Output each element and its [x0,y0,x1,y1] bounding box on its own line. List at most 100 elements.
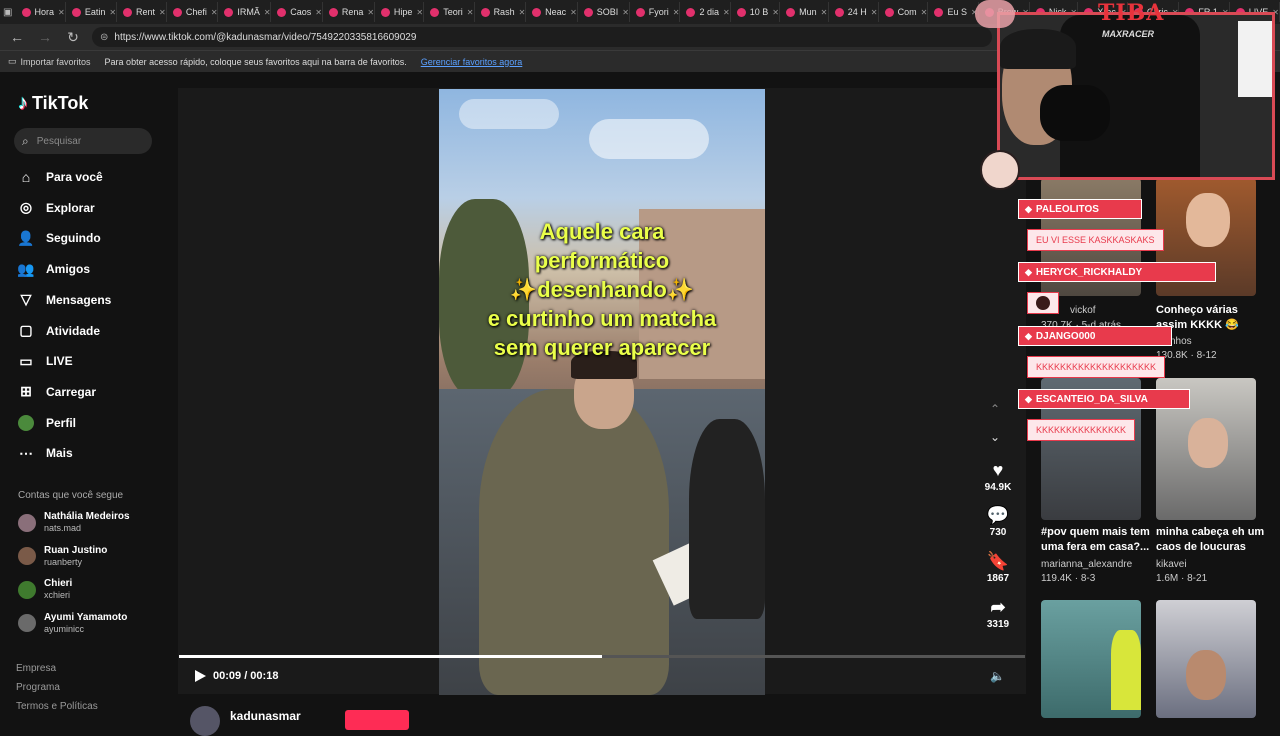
author-name[interactable]: kadunasmar [230,709,301,723]
browser-tab[interactable]: 10 B ✕ [731,2,781,22]
browser-tab[interactable]: Caos ✕ [271,2,323,22]
sidebar-item-para-voc-[interactable]: ⌂ Para você [18,169,103,185]
sidebar-item-carregar[interactable]: ⊞ Carregar [18,383,96,400]
search-icon: ⌕ [22,133,29,148]
url-field[interactable]: ⊜ https://www.tiktok.com/@kadunasmar/vid… [92,27,992,47]
avatar [18,547,36,565]
tab-label: 2 dia [699,7,719,17]
sidebar-item-seguindo[interactable]: 👤 Seguindo [17,230,100,246]
close-tab-icon[interactable]: ✕ [871,8,878,17]
footer-link[interactable]: Termos e Políticas [16,701,98,712]
sidebar-item-perfil[interactable]: ● Perfil [18,414,76,431]
feed-thumbnail[interactable] [1041,600,1141,718]
close-tab-icon[interactable]: ✕ [821,8,828,17]
profile-icon: ● [18,414,34,431]
video-frame[interactable]: Aquele cara performático ✨desenhando✨ e cur… [439,89,765,695]
feed-caption[interactable]: minha cabeça eh um caos de loucuras [1156,525,1266,555]
feed-author[interactable]: kikavei [1156,559,1187,570]
close-tab-icon[interactable]: ✕ [58,8,65,17]
close-tab-icon[interactable]: ✕ [772,8,779,17]
feed-caption[interactable]: #pov quem mais tem uma fera em casa?... [1041,525,1151,555]
chibi-avatar [980,150,1020,190]
tab-menu-icon[interactable]: ▣ [0,7,16,18]
tiktok-logo[interactable]: ♪ TikTok [18,92,88,115]
close-tab-icon[interactable]: ✕ [315,8,322,17]
close-tab-icon[interactable]: ✕ [211,8,218,17]
close-tab-icon[interactable]: ✕ [159,8,166,17]
following-account[interactable]: Ruan Justino ruanberty [18,545,107,568]
sidebar-item-live[interactable]: ▭ LIVE [18,353,72,369]
browser-tab[interactable]: Fyori ✕ [630,2,681,22]
back-icon[interactable]: ← [8,29,26,45]
previous-video-icon[interactable]: ⌃ [990,402,1000,416]
browser-tab[interactable]: 2 dia ✕ [680,2,731,22]
chat-username: DJANGO000 [1035,330,1096,342]
close-tab-icon[interactable]: ✕ [467,8,474,17]
footer-link[interactable]: Programa [16,682,60,693]
play-icon[interactable] [193,669,207,683]
author-avatar[interactable] [190,706,220,736]
sidebar-item-label: Mensagens [46,292,112,307]
close-tab-icon[interactable]: ✕ [416,8,423,17]
tab-favicon-icon [884,7,894,17]
close-tab-icon[interactable]: ✕ [519,8,526,17]
search-placeholder: Pesquisar [36,135,82,147]
reload-icon[interactable]: ↻ [64,29,82,46]
following-title: Contas que você segue [18,490,124,501]
close-tab-icon[interactable]: ✕ [723,8,730,17]
sidebar-item-mensagens[interactable]: ▽ Mensagens [18,291,112,308]
browser-tab[interactable]: Eatin ✕ [66,2,117,22]
account-name: Ayumi Yamamoto [44,611,128,623]
feed-thumbnail[interactable] [1156,600,1256,718]
share-action[interactable]: ➦ 3319 [980,597,1016,630]
browser-tab[interactable]: Com ✕ [879,2,929,22]
volume-icon[interactable]: 🔈 [990,669,1006,683]
tab-favicon-icon [380,7,390,17]
tab-favicon-icon [786,7,796,17]
feed-caption[interactable]: Conheço várias assim KKKK 😂 [1156,303,1266,333]
browser-tab[interactable]: Hipe ✕ [375,2,425,22]
close-tab-icon[interactable]: ✕ [570,8,577,17]
browser-tab[interactable]: IRMÃ ✕ [218,2,272,22]
browser-tab[interactable]: Neac ✕ [526,2,578,22]
close-tab-icon[interactable]: ✕ [264,8,270,17]
browser-tab[interactable]: Rent ✕ [117,2,167,22]
browser-tab[interactable]: Hora ✕ [16,2,66,22]
following-account[interactable]: Nathália Medeiros nats.mad [18,511,130,534]
close-tab-icon[interactable]: ✕ [622,8,628,17]
browser-tab[interactable]: Teori ✕ [424,2,475,22]
sidebar-item-explorar[interactable]: ◎ Explorar [18,199,95,216]
manage-bookmarks-link[interactable]: Gerenciar favoritos agora [421,57,523,67]
following-account[interactable]: Ayumi Yamamoto ayuminicc [18,612,127,635]
browser-tab[interactable]: Mun ✕ [780,2,829,22]
following-account[interactable]: Chieri xchieri [18,578,72,601]
site-info-icon[interactable]: ⊜ [100,32,108,43]
import-bookmarks-button[interactable]: ▭ Importar favoritos [8,56,91,67]
tab-label: Eatin [84,7,106,17]
browser-tab[interactable]: Rena ✕ [323,2,375,22]
feed-author[interactable]: vickof [1070,305,1096,316]
search-input[interactable]: ⌕ Pesquisar [14,128,152,154]
feed-author[interactable]: marianna_alexandre [1041,559,1132,570]
save-action[interactable]: 🔖 1867 [980,551,1016,584]
like-action[interactable]: ♥ 94.9K [980,460,1016,493]
browser-tab[interactable]: Eu S✕ [928,2,979,22]
close-tab-icon[interactable]: ✕ [109,8,116,17]
follow-button[interactable] [345,710,409,730]
sidebar-item-atividade[interactable]: ▢ Atividade [18,322,100,339]
browser-tab[interactable]: 24 H ✕ [829,2,879,22]
feed-author[interactable]: nhos [1170,336,1192,347]
sidebar-item-amigos[interactable]: 👥 Amigos [17,261,90,277]
forward-icon[interactable]: → [36,29,54,45]
sidebar-item-mais[interactable]: ⋯ Mais [18,445,73,461]
browser-tab[interactable]: Rash ✕ [475,2,527,22]
close-tab-icon[interactable]: ✕ [921,8,928,17]
footer-link[interactable]: Empresa [16,663,56,674]
close-tab-icon[interactable]: ✕ [673,8,680,17]
comment-action[interactable]: 💬 730 [980,505,1016,538]
video-progress-bar[interactable] [179,655,1025,658]
browser-tab[interactable]: SOBI ✕ [578,2,630,22]
next-video-icon[interactable]: ⌄ [990,430,1000,444]
browser-tab[interactable]: Chefi ✕ [167,2,219,22]
close-tab-icon[interactable]: ✕ [367,8,373,17]
